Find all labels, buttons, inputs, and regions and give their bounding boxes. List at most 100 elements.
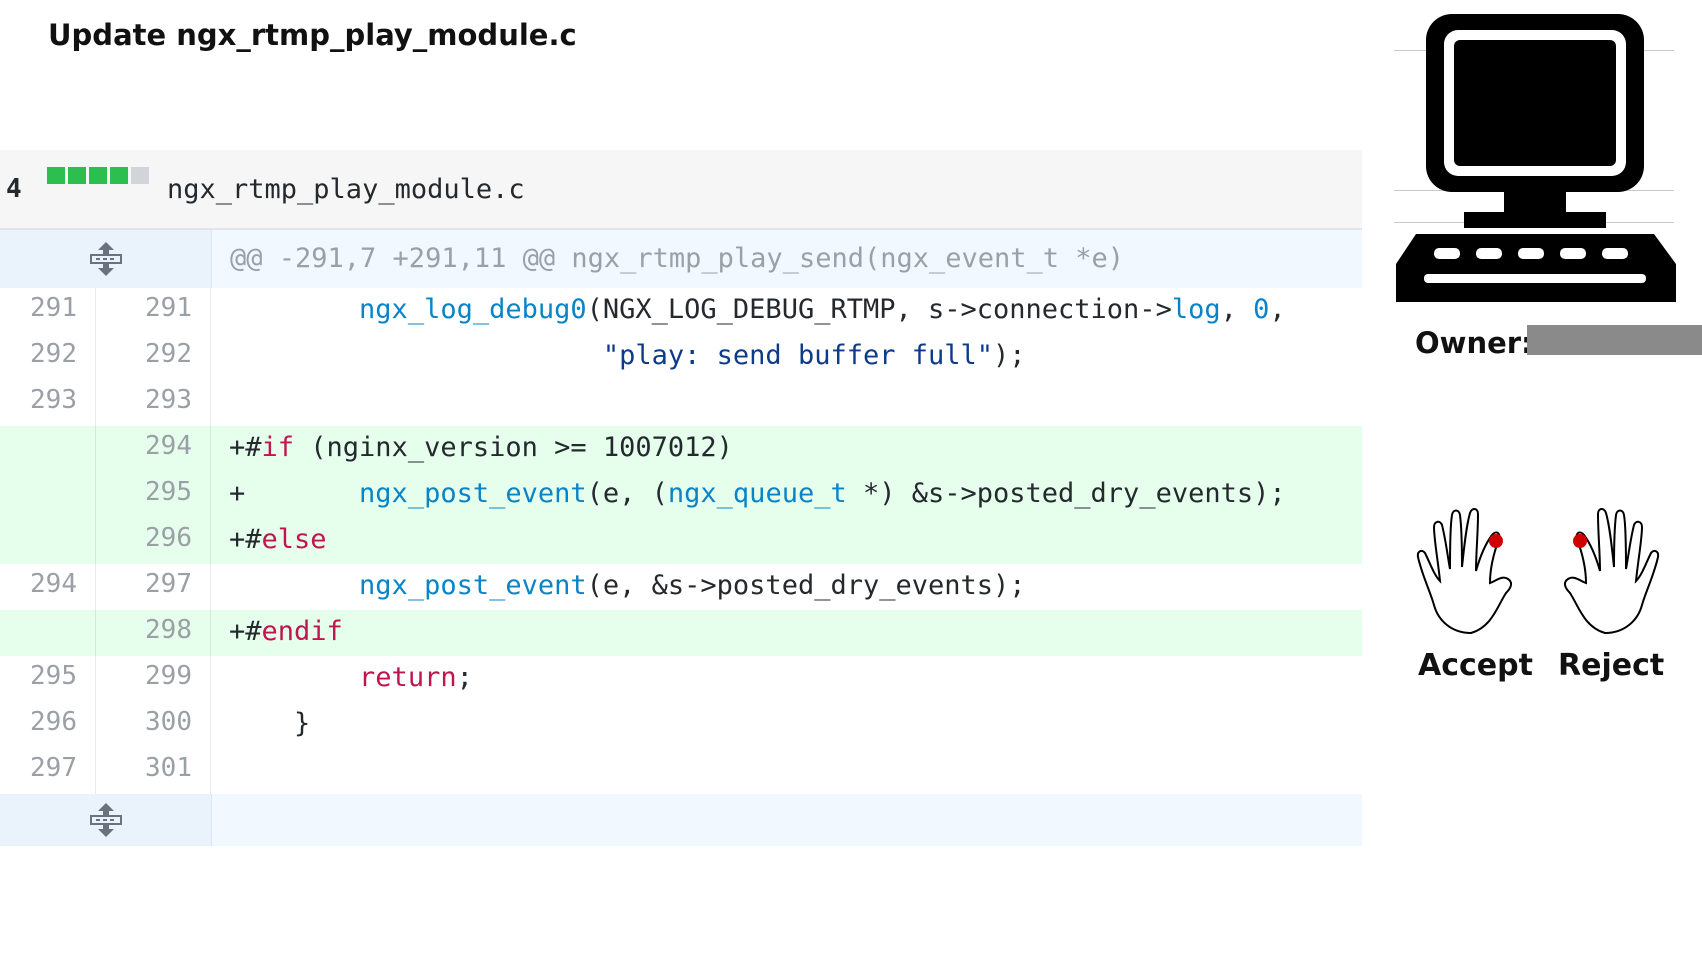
diff-panel: 4 ngx_rtmp_play_module.c @@ -291,7 +291,… [0, 150, 1362, 846]
hunk-header: @@ -291,7 +291,11 @@ ngx_rtmp_play_send(… [212, 230, 1362, 288]
old-line-number[interactable] [0, 610, 96, 656]
diff-line: 293 293 [0, 380, 1362, 426]
page-title: Update ngx_rtmp_play_module.c [48, 18, 577, 52]
code-function: log [1171, 294, 1221, 325]
code-string: "play: send buffer full" [602, 340, 994, 371]
code-text: , [1220, 294, 1254, 325]
diffstat-add-block [47, 167, 65, 184]
file-header: 4 ngx_rtmp_play_module.c [0, 150, 1362, 230]
old-line-number[interactable] [0, 426, 96, 472]
code-prefix: + [229, 478, 360, 509]
old-line-number[interactable]: 294 [0, 564, 96, 610]
code-text: (e, &s->posted_dry_events); [586, 570, 1026, 601]
code-line: +#else [211, 518, 1362, 564]
diffstat-add-block [68, 167, 86, 184]
code-line: ngx_post_event(e, &s->posted_dry_events)… [211, 564, 1362, 610]
code-line: "play: send buffer full"); [211, 334, 1362, 380]
diffstat [47, 167, 149, 184]
code-prefix: +# [229, 432, 262, 463]
code-number: 0 [1253, 294, 1270, 325]
new-line-number[interactable]: 299 [96, 656, 211, 702]
diff-line: 295 299 return; [0, 656, 1362, 702]
code-function: ngx_post_event [359, 478, 587, 509]
code-prefix: +# [229, 616, 262, 647]
old-line-number[interactable]: 295 [0, 656, 96, 702]
code-text: ; [456, 662, 473, 693]
owner-redacted-value [1527, 325, 1702, 355]
diff-line: 297 301 [0, 748, 1362, 794]
code-function: ngx_post_event [359, 570, 587, 601]
code-line: } [211, 702, 1362, 748]
new-line-number[interactable]: 300 [96, 702, 211, 748]
new-line-number[interactable]: 296 [96, 518, 211, 564]
old-line-number[interactable]: 293 [0, 380, 96, 426]
left-hand-icon[interactable] [1416, 505, 1536, 635]
file-name[interactable]: ngx_rtmp_play_module.c [167, 174, 525, 205]
owner-label: Owner: [1415, 326, 1533, 360]
change-count: 4 [6, 174, 22, 204]
hunk-footer-row [0, 794, 1362, 846]
expand-icon [89, 242, 122, 276]
code-line: +#endif [211, 610, 1362, 656]
code-text: (nginx_version >= 1007012) [294, 432, 733, 463]
new-line-number[interactable]: 297 [96, 564, 211, 610]
diffstat-neutral-block [131, 167, 149, 184]
expand-icon [89, 803, 122, 837]
old-line-number[interactable]: 297 [0, 748, 96, 794]
code-text: } [294, 708, 311, 739]
new-line-number[interactable]: 293 [96, 380, 211, 426]
new-line-number[interactable]: 301 [96, 748, 211, 794]
diffstat-add-block [89, 167, 107, 184]
diff-line: 291 291 ngx_log_debug0(NGX_LOG_DEBUG_RTM… [0, 288, 1362, 334]
computer-icon [1396, 14, 1676, 302]
new-line-number[interactable]: 291 [96, 288, 211, 334]
diff-line-added: 298 +#endif [0, 610, 1362, 656]
diff-line-added: 294 +#if (nginx_version >= 1007012) [0, 426, 1362, 472]
code-keyword: endif [261, 616, 343, 647]
new-line-number[interactable]: 298 [96, 610, 211, 656]
code-line [212, 794, 1362, 846]
code-prefix: +# [229, 524, 262, 555]
code-text: *) &s->posted_dry_events); [846, 478, 1286, 509]
code-line: +#if (nginx_version >= 1007012) [211, 426, 1362, 472]
diff-line: 296 300 } [0, 702, 1362, 748]
expand-up-button[interactable] [0, 230, 212, 288]
old-line-number[interactable]: 296 [0, 702, 96, 748]
hunk-header-row: @@ -291,7 +291,11 @@ ngx_rtmp_play_send(… [0, 230, 1362, 288]
code-text: ); [993, 340, 1026, 371]
old-line-number[interactable]: 292 [0, 334, 96, 380]
expand-down-button[interactable] [0, 794, 212, 846]
new-line-number[interactable]: 294 [96, 426, 211, 472]
diffstat-add-block [110, 167, 128, 184]
accept-button[interactable]: Accept [1418, 648, 1533, 683]
code-keyword: return [359, 662, 457, 693]
old-line-number[interactable]: 291 [0, 288, 96, 334]
diff-line: 294 297 ngx_post_event(e, &s->posted_dry… [0, 564, 1362, 610]
right-hand-icon[interactable] [1540, 505, 1660, 635]
code-line: + ngx_post_event(e, (ngx_queue_t *) &s->… [211, 472, 1362, 518]
code-type: ngx_queue_t [667, 478, 847, 509]
reject-button[interactable]: Reject [1558, 648, 1664, 683]
diff-line: 292 292 "play: send buffer full"); [0, 334, 1362, 380]
old-line-number[interactable] [0, 472, 96, 518]
code-text: , [1269, 294, 1286, 325]
new-line-number[interactable]: 295 [96, 472, 211, 518]
diff-line-added: 296 +#else [0, 518, 1362, 564]
code-keyword: else [261, 524, 327, 555]
code-line: ngx_log_debug0(NGX_LOG_DEBUG_RTMP, s->co… [211, 288, 1362, 334]
old-line-number[interactable] [0, 518, 96, 564]
review-sidebar: Owner: Accept Reject [1380, 0, 1702, 957]
code-text: (NGX_LOG_DEBUG_RTMP, s->connection-> [586, 294, 1172, 325]
diff-line-added: 295 + ngx_post_event(e, (ngx_queue_t *) … [0, 472, 1362, 518]
code-keyword: if [261, 432, 295, 463]
code-line: return; [211, 656, 1362, 702]
new-line-number[interactable]: 292 [96, 334, 211, 380]
code-function: ngx_log_debug0 [359, 294, 587, 325]
